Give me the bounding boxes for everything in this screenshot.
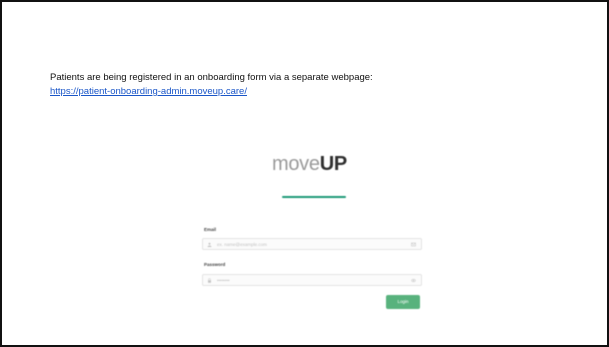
password-placeholder: •••••••• (217, 278, 230, 283)
password-field[interactable]: •••••••• (202, 274, 422, 286)
envelope-icon (411, 242, 416, 247)
login-screenshot: moveUP Email ex. name@example.com Passwo… (190, 134, 430, 330)
onboarding-admin-link[interactable]: https://patient-onboarding-admin.moveup.… (50, 85, 247, 98)
eye-icon[interactable] (411, 278, 416, 283)
logo-underline (282, 196, 346, 198)
logo-text-move: move (272, 153, 320, 175)
presentation-slide: Patients are being registered in an onbo… (0, 0, 609, 347)
email-field[interactable]: ex. name@example.com (202, 238, 422, 250)
password-label: Password (204, 262, 226, 267)
user-icon (207, 242, 212, 247)
logo-text-up: UP (319, 153, 347, 175)
email-placeholder: ex. name@example.com (217, 242, 267, 247)
lock-icon (208, 278, 211, 283)
description-text: Patients are being registered in an onbo… (50, 72, 373, 83)
login-button[interactable]: Login (386, 295, 420, 309)
email-label: Email (204, 227, 217, 232)
moveup-logo: moveUP (272, 153, 347, 176)
